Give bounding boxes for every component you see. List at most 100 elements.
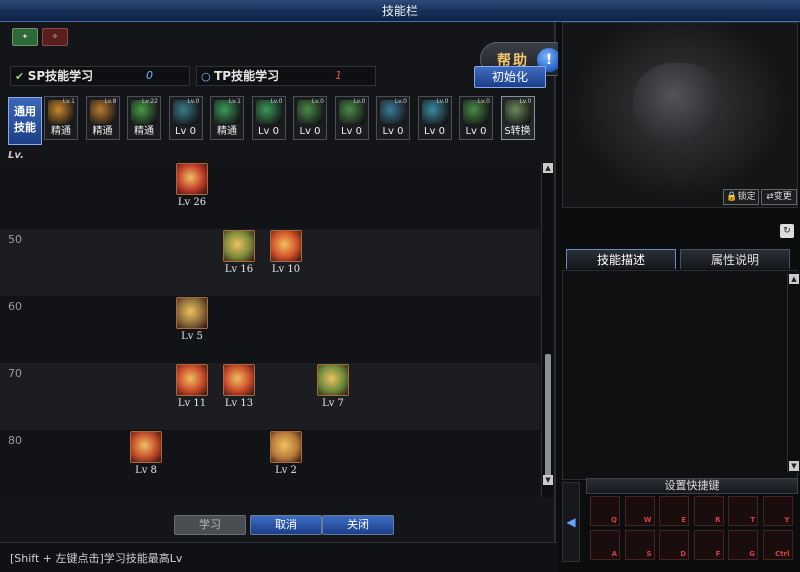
reset-button[interactable]: 初始化 <box>474 66 546 88</box>
skill-art-icon <box>130 431 162 463</box>
skill-level: 精通 <box>134 126 154 137</box>
shortcut-key-label: G <box>749 550 755 558</box>
shortcut-slot[interactable]: Y <box>762 496 793 526</box>
lock-button[interactable]: 🔒锁定 <box>723 189 759 205</box>
skill-art-icon <box>223 364 255 396</box>
hint-text: [Shift + 左键点击]学习技能最高Lv <box>0 542 560 572</box>
skill-tree-item[interactable]: Lv 11 <box>174 364 214 418</box>
close-button[interactable]: 关闭 <box>322 515 394 535</box>
skill-preview: 🔒锁定 ⇄变更 <box>562 22 798 208</box>
shortcut-slot[interactable]: Ctrl <box>762 530 793 560</box>
cancel-button[interactable]: 取消 <box>250 515 322 535</box>
shortcut-slot[interactable]: S <box>624 530 655 560</box>
skill-tag: Lv.1 <box>62 98 75 105</box>
shortcut-toggle-arrow-icon[interactable]: ◀ <box>562 482 580 562</box>
description-scrollbar[interactable]: ▲ ▼ <box>787 273 799 473</box>
tab-skill-description[interactable]: 技能描述 <box>566 249 676 269</box>
skill-tree-item[interactable]: Lv 7 <box>315 364 355 418</box>
skill-tag: Lv.1 <box>228 98 241 105</box>
skill-level: Lv 0 <box>423 126 446 137</box>
common-skill-slot[interactable]: Lv.0 Lv 0 <box>417 96 452 140</box>
skill-tree-row: 50 Lv 16 Lv 10 <box>0 229 540 296</box>
skill-tag: Lv.0 <box>519 98 532 105</box>
change-button[interactable]: ⇄变更 <box>761 189 797 205</box>
skill-art-icon <box>176 163 208 195</box>
shortcut-key-label: Q <box>611 516 617 524</box>
skill-art-icon <box>270 230 302 262</box>
common-skill-slot[interactable]: Lv.0 Lv 0 <box>293 96 327 140</box>
shortcut-slot[interactable]: W <box>624 496 655 526</box>
skill-level: Lv 5 <box>181 331 203 342</box>
alt-mode-button[interactable]: ✧ <box>42 28 68 46</box>
refresh-icon[interactable]: ↻ <box>780 224 794 238</box>
learn-button[interactable]: 学习 <box>174 515 246 535</box>
scroll-thumb[interactable] <box>545 354 551 480</box>
tab-common-skills[interactable]: 通用 技能 <box>8 97 42 145</box>
skill-tree-row: 70 Lv 11 Lv 13 Lv 7 <box>0 363 540 430</box>
common-skill-slot[interactable]: Lv.0 Lv 0 <box>376 96 410 140</box>
view-mode-button[interactable]: ✦ <box>12 28 38 46</box>
skill-tree-item[interactable]: Lv 2 <box>268 431 308 485</box>
shortcut-slot[interactable]: T <box>728 496 758 526</box>
level-column-header: Lv. <box>8 150 24 161</box>
shortcut-key-label: Ctrl <box>775 550 790 558</box>
common-tab-line1: 通用 <box>14 105 36 118</box>
change-label: 变更 <box>773 192 792 202</box>
skill-level: S转换 <box>504 126 531 137</box>
common-skill-slot[interactable]: Lv.8 精通 <box>85 96 120 140</box>
tp-value: 1 <box>335 69 342 82</box>
window-title: 技能栏 <box>381 4 418 18</box>
skill-level: Lv 26 <box>177 197 207 208</box>
shortcut-slot[interactable]: G <box>728 530 758 560</box>
common-skill-slot[interactable]: Lv.0 Lv 0 <box>459 96 493 140</box>
skill-tree-item[interactable]: Lv 8 <box>128 431 168 485</box>
skill-tree-item[interactable]: Lv 16 <box>221 230 261 284</box>
row-level-label: 80 <box>8 434 22 447</box>
desc-scroll-up-icon[interactable]: ▲ <box>789 274 799 284</box>
shortcut-key-label: S <box>646 550 652 558</box>
shortcut-slot[interactable]: D <box>659 530 689 560</box>
shortcut-key-label: E <box>681 516 686 524</box>
description-area: ▲ ▼ <box>562 270 799 480</box>
skill-level: Lv 16 <box>224 264 254 275</box>
skill-tree-item[interactable]: Lv 13 <box>221 364 261 418</box>
skill-tag: Lv.0 <box>311 98 324 105</box>
shortcut-slot[interactable]: R <box>693 496 724 526</box>
shortcut-key-label: Y <box>784 516 790 524</box>
skill-tree-row: 80 Lv 8 Lv 2 <box>0 430 540 497</box>
shortcut-slot[interactable]: Q <box>590 496 620 526</box>
common-skill-slot[interactable]: Lv.1 精通 <box>44 96 78 140</box>
desc-scroll-down-icon[interactable]: ▼ <box>789 461 799 471</box>
skill-level: Lv 11 <box>177 398 207 409</box>
shortcut-slot[interactable]: A <box>590 530 620 560</box>
skill-level: Lv 0 <box>465 126 487 137</box>
skill-tag: Lv.0 <box>270 98 283 105</box>
scroll-down-icon[interactable]: ▼ <box>543 475 553 485</box>
check-icon: ✔ <box>15 70 25 83</box>
tp-learning-box: ○ TP技能学习 1 <box>196 66 376 86</box>
shortcut-slot[interactable]: E <box>659 496 689 526</box>
common-skill-slot[interactable]: Lv.0 Lv 0 <box>168 96 203 140</box>
skill-level: Lv 0 <box>340 126 363 137</box>
skill-level: Lv 7 <box>322 398 344 409</box>
common-skill-slot[interactable]: Lv.0 Lv 0 <box>334 96 369 140</box>
scroll-up-icon[interactable]: ▲ <box>543 163 553 173</box>
skill-tree-item[interactable]: Lv 5 <box>174 297 214 351</box>
shortcut-key-label: W <box>643 516 652 524</box>
common-skill-slot[interactable]: Lv.22 精通 <box>127 96 161 140</box>
preview-image <box>633 63 723 143</box>
common-skill-slot[interactable]: Lv.0 Lv 0 <box>251 96 286 140</box>
tab-attribute-description[interactable]: 属性说明 <box>680 249 790 269</box>
common-tab-line2: 技能 <box>14 121 36 134</box>
skill-tree-scrollbar[interactable]: ▲ ▼ <box>541 162 553 497</box>
change-icon: ⇄ <box>766 192 774 202</box>
shortcut-slot[interactable]: F <box>693 530 724 560</box>
skill-tree-item[interactable]: Lv 10 <box>268 230 308 284</box>
skill-tree-row: Lv 26 <box>0 162 540 229</box>
window-titlebar: 技能栏 <box>0 0 800 22</box>
sp-label: SP技能学习 <box>27 69 94 83</box>
skill-level: Lv 2 <box>275 465 297 476</box>
common-skill-slot[interactable]: Lv.1 精通 <box>210 96 244 140</box>
skill-tree-item[interactable]: Lv 26 <box>174 163 214 217</box>
common-skill-slot[interactable]: Lv.0 S转换 <box>500 96 535 140</box>
